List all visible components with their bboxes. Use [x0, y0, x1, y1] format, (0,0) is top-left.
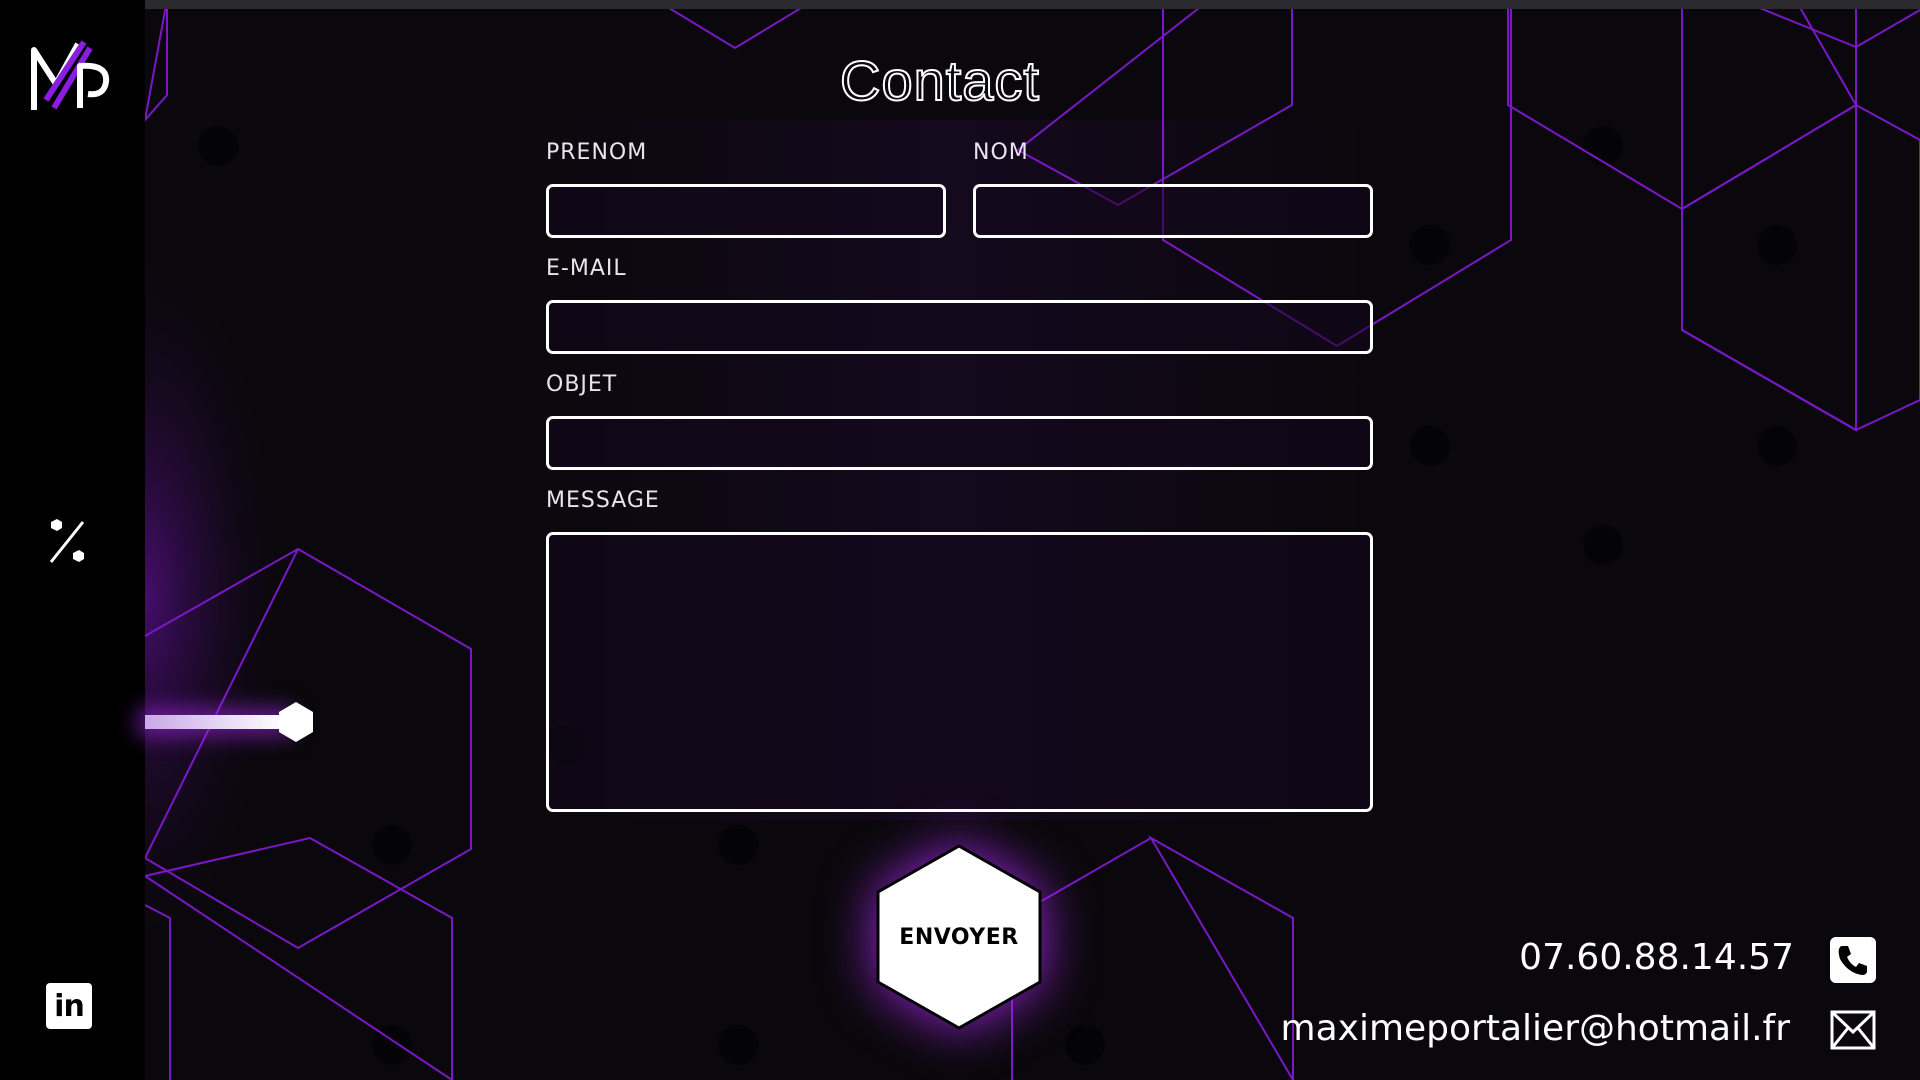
- page-title: Contact: [839, 48, 1040, 113]
- phone-icon[interactable]: [1830, 937, 1876, 983]
- send-button[interactable]: ENVOYER: [872, 842, 1046, 1032]
- first-name-label: PRENOM: [546, 140, 648, 165]
- mp-logo-icon[interactable]: [28, 38, 112, 114]
- message-field[interactable]: [546, 532, 1373, 812]
- slider-track[interactable]: [145, 715, 285, 729]
- linkedin-icon-text: in: [54, 988, 85, 1024]
- first-name-field[interactable]: [546, 184, 946, 238]
- message-label: MESSAGE: [546, 488, 660, 513]
- linkedin-icon[interactable]: in: [46, 983, 92, 1029]
- subject-label: OBJET: [546, 372, 618, 397]
- last-name-field[interactable]: [973, 184, 1373, 238]
- sidebar: in: [0, 0, 145, 1080]
- top-bar: [145, 0, 1920, 9]
- email-address[interactable]: maximeportalier@hotmail.fr: [1281, 1008, 1790, 1049]
- send-button-label: ENVOYER: [899, 924, 1019, 950]
- phone-number[interactable]: 07.60.88.14.57: [1519, 937, 1794, 978]
- subject-field[interactable]: [546, 416, 1373, 470]
- email-label: E-MAIL: [546, 256, 627, 281]
- percent-icon[interactable]: [45, 518, 91, 564]
- mail-icon[interactable]: [1830, 1010, 1876, 1050]
- last-name-label: NOM: [973, 140, 1029, 165]
- email-field[interactable]: [546, 300, 1373, 354]
- slider-hexagon-handle[interactable]: [276, 700, 316, 744]
